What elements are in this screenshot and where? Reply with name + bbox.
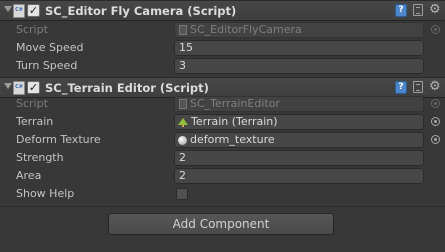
property-row-terrain: Terrain Terrain (Terrain)	[0, 113, 445, 131]
object-picker-icon	[431, 25, 440, 34]
component-header-fly-camera[interactable]: ✓ SC_Editor Fly Camera (Script) ? ⚙	[0, 0, 445, 21]
object-picker-icon[interactable]	[431, 135, 440, 144]
terrain-object-field[interactable]: Terrain (Terrain)	[174, 114, 424, 130]
deform-texture-value: deform_texture	[190, 133, 275, 146]
terrain-object-value: Terrain (Terrain)	[191, 115, 278, 128]
property-row-move-speed: Move Speed 15	[0, 39, 445, 57]
component-enable-checkbox[interactable]: ✓	[27, 4, 40, 17]
property-row-deform-texture: Deform Texture deform_texture	[0, 131, 445, 149]
help-book-icon[interactable]: ?	[395, 81, 407, 94]
help-book-icon[interactable]: ?	[395, 4, 407, 17]
script-reference-value: SC_EditorFlyCamera	[190, 23, 302, 36]
property-label: Deform Texture	[16, 133, 101, 146]
script-file-icon	[179, 99, 187, 109]
component-enable-checkbox[interactable]: ✓	[27, 81, 40, 94]
property-row-strength: Strength 2	[0, 149, 445, 167]
object-picker-icon	[431, 99, 440, 108]
foldout-arrow-icon[interactable]	[4, 6, 12, 12]
script-reference-field: SC_TerrainEditor	[174, 96, 424, 112]
show-help-checkbox[interactable]	[176, 188, 188, 200]
area-input[interactable]: 2	[174, 168, 424, 184]
texture-icon	[178, 136, 187, 145]
script-reference-field: SC_EditorFlyCamera	[174, 22, 424, 38]
terrain-icon	[178, 117, 188, 127]
move-speed-input[interactable]: 15	[174, 40, 424, 56]
deform-texture-object-field[interactable]: deform_texture	[174, 132, 424, 148]
property-label: Terrain	[16, 115, 54, 128]
strength-input[interactable]: 2	[174, 150, 424, 166]
gear-icon[interactable]: ⚙	[429, 79, 441, 95]
preset-icon[interactable]	[413, 4, 423, 16]
property-label: Area	[16, 169, 42, 182]
property-label: Turn Speed	[16, 59, 78, 72]
property-row-script: Script SC_TerrainEditor	[0, 95, 445, 113]
gear-icon[interactable]: ⚙	[429, 2, 441, 18]
property-label: Strength	[16, 151, 64, 164]
script-file-icon	[179, 25, 187, 35]
preset-icon[interactable]	[413, 81, 423, 93]
property-row-area: Area 2	[0, 167, 445, 185]
foldout-arrow-icon[interactable]	[4, 83, 12, 89]
property-row-turn-speed: Turn Speed 3	[0, 57, 445, 75]
property-label: Move Speed	[16, 41, 84, 54]
script-reference-value: SC_TerrainEditor	[190, 97, 280, 110]
turn-speed-input[interactable]: 3	[174, 58, 424, 74]
component-title: SC_Terrain Editor (Script)	[45, 81, 209, 95]
component-title: SC_Editor Fly Camera (Script)	[45, 4, 237, 18]
csharp-script-icon	[13, 4, 25, 18]
property-label: Script	[16, 97, 48, 110]
csharp-script-icon	[13, 81, 25, 95]
property-row-show-help: Show Help	[0, 185, 445, 203]
add-component-button[interactable]: Add Component	[108, 213, 334, 235]
object-picker-icon[interactable]	[431, 117, 440, 126]
property-row-script: Script SC_EditorFlyCamera	[0, 21, 445, 39]
property-label: Script	[16, 23, 48, 36]
divider	[0, 206, 445, 207]
property-label: Show Help	[16, 187, 75, 200]
